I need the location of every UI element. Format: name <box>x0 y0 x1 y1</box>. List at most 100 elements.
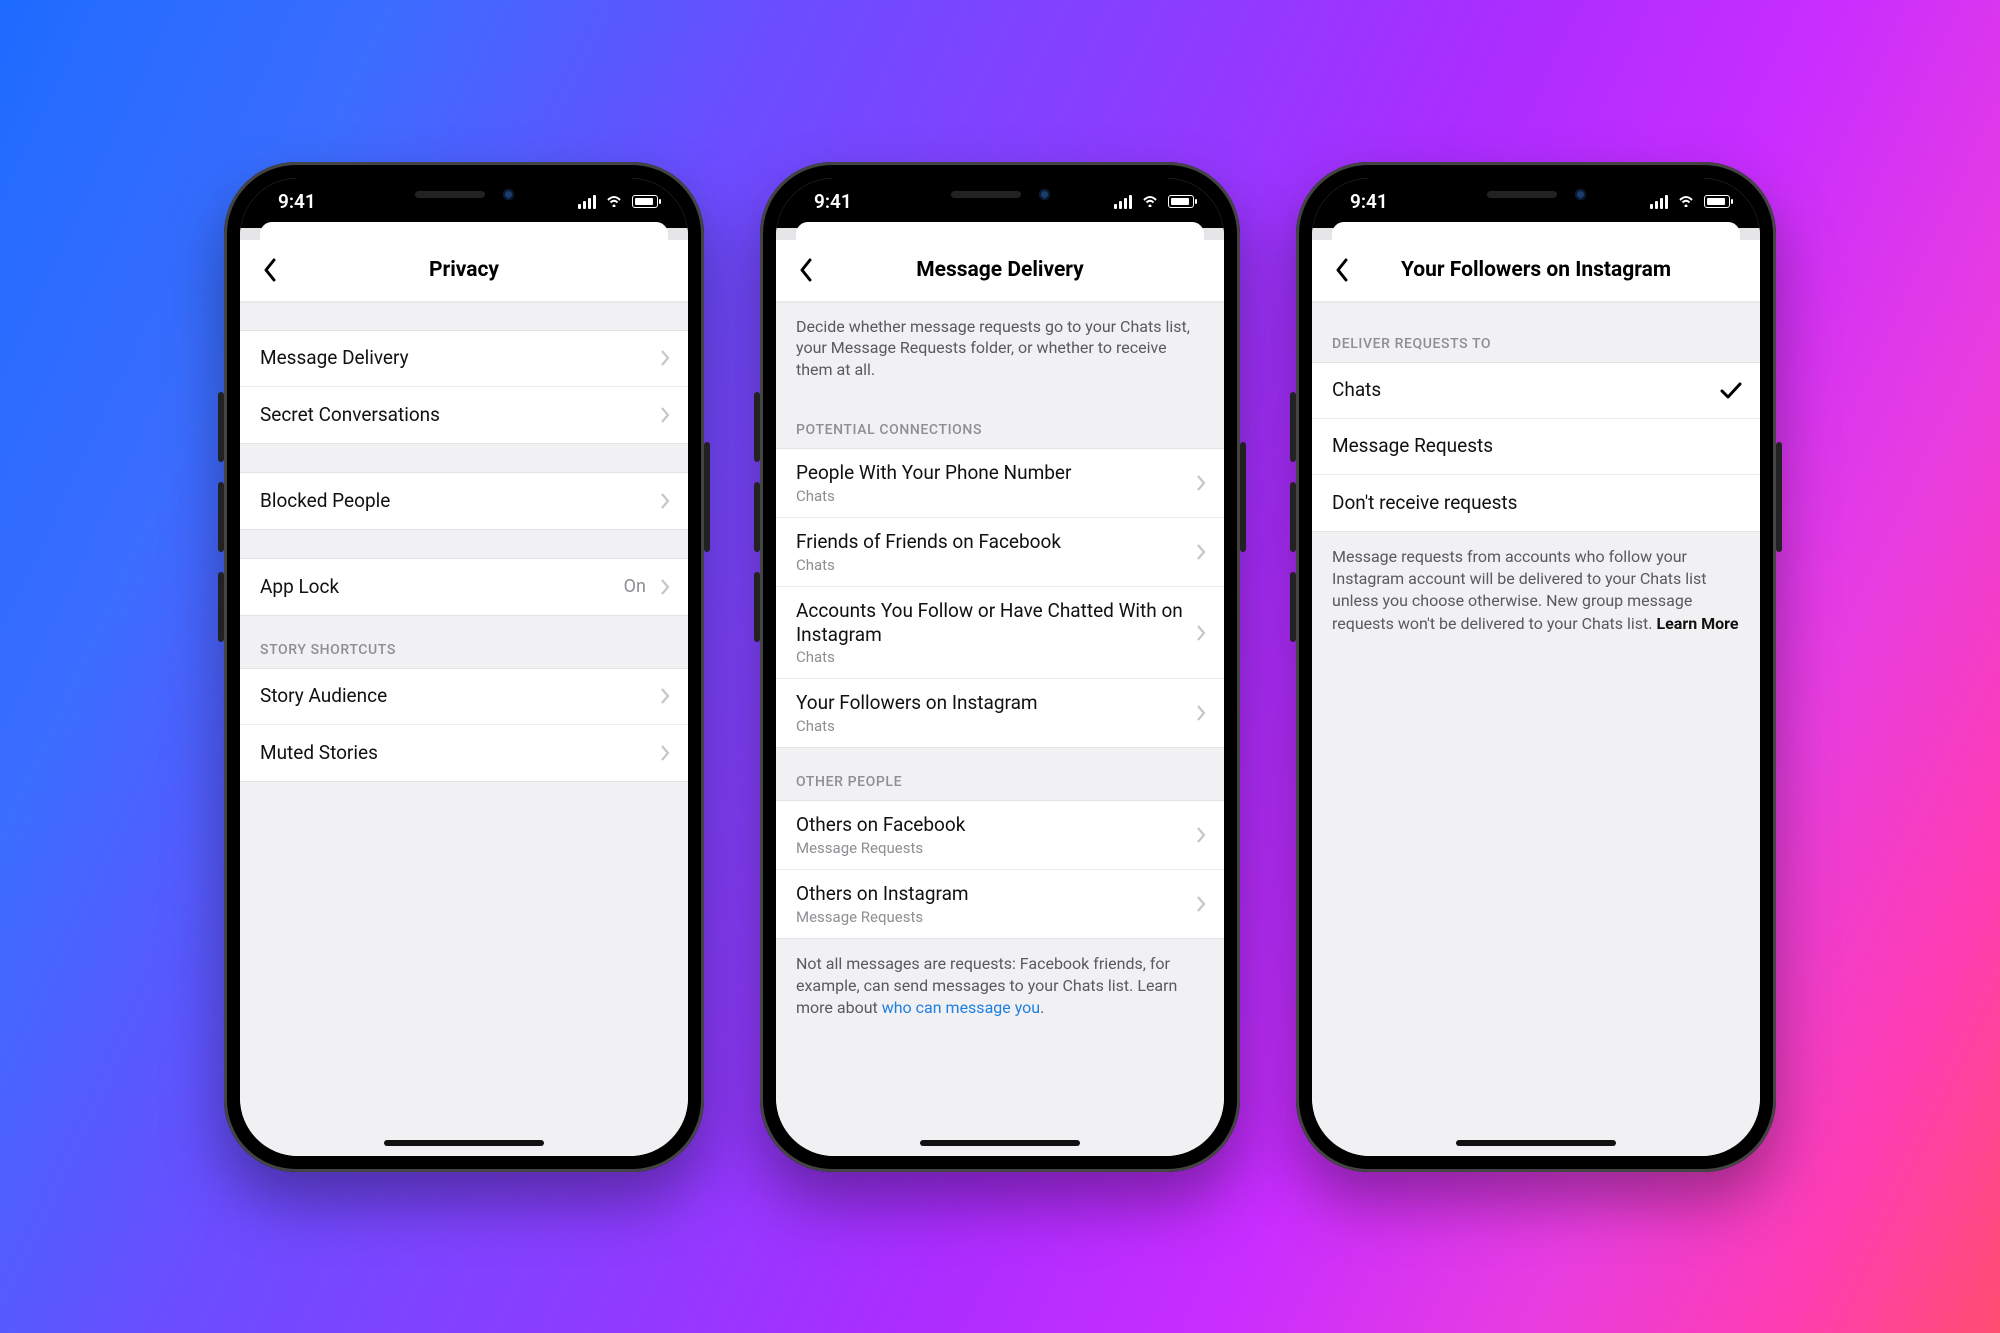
settings-group: People With Your Phone Number Chats Frie… <box>776 448 1224 748</box>
footer-note: Message requests from accounts who follo… <box>1312 532 1760 660</box>
nav-bar: Message Delivery <box>776 240 1224 302</box>
row-sub: Message Requests <box>796 839 1186 857</box>
option-chats[interactable]: Chats <box>1312 363 1760 419</box>
row-blocked-people[interactable]: Blocked People <box>240 473 688 529</box>
content-scroll[interactable]: DELIVER REQUESTS TO Chats Message Reques… <box>1312 302 1760 1156</box>
status-time: 9:41 <box>1350 190 1388 213</box>
footnote-text: Message requests from accounts who follo… <box>1332 547 1707 633</box>
row-label: Secret Conversations <box>260 403 650 427</box>
settings-group: Others on Facebook Message Requests Othe… <box>776 800 1224 939</box>
row-secret-conversations[interactable]: Secret Conversations <box>240 387 688 443</box>
chevron-right-icon <box>660 406 670 424</box>
page-title: Message Delivery <box>776 258 1224 282</box>
phone-followers: 9:41 Your Followers on Instagram DELIVER… <box>1296 162 1776 1172</box>
content-scroll[interactable]: Decide whether message requests go to yo… <box>776 302 1224 1156</box>
section-header: OTHER PEOPLE <box>776 748 1224 800</box>
chevron-right-icon <box>660 578 670 596</box>
row-label: Your Followers on Instagram <box>796 691 1186 715</box>
option-message-requests[interactable]: Message Requests <box>1312 419 1760 475</box>
notch <box>354 178 574 212</box>
chevron-left-icon <box>1335 258 1349 282</box>
section-header: POTENTIAL CONNECTIONS <box>776 396 1224 448</box>
home-indicator[interactable] <box>920 1140 1080 1146</box>
nav-bar: Your Followers on Instagram <box>1312 240 1760 302</box>
settings-group: Message Delivery Secret Conversations <box>240 330 688 444</box>
chevron-right-icon <box>660 492 670 510</box>
row-label: Muted Stories <box>260 741 650 765</box>
row-friends-of-friends[interactable]: Friends of Friends on Facebook Chats <box>776 518 1224 587</box>
row-sub: Chats <box>796 556 1186 574</box>
section-header: STORY SHORTCUTS <box>240 616 688 668</box>
chevron-left-icon <box>799 258 813 282</box>
row-label: Accounts You Follow or Have Chatted With… <box>796 599 1186 647</box>
row-muted-stories[interactable]: Muted Stories <box>240 725 688 781</box>
battery-icon <box>1168 195 1194 208</box>
row-sub: Message Requests <box>796 908 1186 926</box>
row-sub: Chats <box>796 648 1186 666</box>
content-scroll[interactable]: Message Delivery Secret Conversations Bl… <box>240 302 688 1156</box>
card-stack <box>1312 228 1760 240</box>
card-stack <box>776 228 1224 240</box>
row-label: Others on Facebook <box>796 813 1186 837</box>
wifi-icon <box>1676 192 1696 212</box>
check-icon <box>1720 381 1742 399</box>
row-label: Others on Instagram <box>796 882 1186 906</box>
chevron-right-icon <box>1196 826 1206 844</box>
option-label: Message Requests <box>1332 434 1742 458</box>
row-your-followers[interactable]: Your Followers on Instagram Chats <box>776 679 1224 747</box>
page-title: Your Followers on Instagram <box>1312 258 1760 282</box>
back-button[interactable] <box>776 240 836 301</box>
row-label: People With Your Phone Number <box>796 461 1186 485</box>
cellular-icon <box>1114 195 1132 209</box>
row-phone-number[interactable]: People With Your Phone Number Chats <box>776 449 1224 518</box>
option-label: Don't receive requests <box>1332 491 1742 515</box>
footnote-suffix: . <box>1040 998 1044 1017</box>
status-time: 9:41 <box>278 190 316 213</box>
chevron-right-icon <box>660 687 670 705</box>
wifi-icon <box>1140 192 1160 212</box>
row-message-delivery[interactable]: Message Delivery <box>240 331 688 387</box>
row-story-audience[interactable]: Story Audience <box>240 669 688 725</box>
row-value: On <box>624 576 646 597</box>
back-button[interactable] <box>1312 240 1372 301</box>
row-app-lock[interactable]: App Lock On <box>240 559 688 615</box>
card-stack <box>240 228 688 240</box>
chevron-right-icon <box>660 744 670 762</box>
status-time: 9:41 <box>814 190 852 213</box>
phone-privacy: 9:41 Privacy Message Delivery <box>224 162 704 1172</box>
notch <box>890 178 1110 212</box>
footer-note: Not all messages are requests: Facebook … <box>776 939 1224 1044</box>
row-others-facebook[interactable]: Others on Facebook Message Requests <box>776 801 1224 870</box>
settings-group: App Lock On <box>240 558 688 616</box>
page-description: Decide whether message requests go to yo… <box>776 302 1224 397</box>
row-label: Story Audience <box>260 684 650 708</box>
chevron-right-icon <box>1196 704 1206 722</box>
home-indicator[interactable] <box>1456 1140 1616 1146</box>
battery-icon <box>632 195 658 208</box>
chevron-right-icon <box>1196 895 1206 913</box>
row-accounts-you-follow[interactable]: Accounts You Follow or Have Chatted With… <box>776 587 1224 680</box>
cellular-icon <box>578 195 596 209</box>
row-label: App Lock <box>260 575 614 599</box>
settings-group: Blocked People <box>240 472 688 530</box>
row-sub: Chats <box>796 717 1186 735</box>
option-label: Chats <box>1332 378 1710 402</box>
row-label: Message Delivery <box>260 346 650 370</box>
cellular-icon <box>1650 195 1668 209</box>
page-title: Privacy <box>240 258 688 282</box>
phone-message-delivery: 9:41 Message Delivery Decide whether mes… <box>760 162 1240 1172</box>
settings-group: Story Audience Muted Stories <box>240 668 688 782</box>
nav-bar: Privacy <box>240 240 688 302</box>
row-others-instagram[interactable]: Others on Instagram Message Requests <box>776 870 1224 938</box>
row-label: Friends of Friends on Facebook <box>796 530 1186 554</box>
chevron-right-icon <box>1196 624 1206 642</box>
option-dont-receive[interactable]: Don't receive requests <box>1312 475 1760 531</box>
home-indicator[interactable] <box>384 1140 544 1146</box>
row-sub: Chats <box>796 487 1186 505</box>
back-button[interactable] <box>240 240 300 301</box>
footnote-learn-more[interactable]: Learn More <box>1656 614 1738 633</box>
notch <box>1426 178 1646 212</box>
footnote-link[interactable]: who can message you <box>882 998 1040 1017</box>
chevron-right-icon <box>1196 543 1206 561</box>
wifi-icon <box>604 192 624 212</box>
